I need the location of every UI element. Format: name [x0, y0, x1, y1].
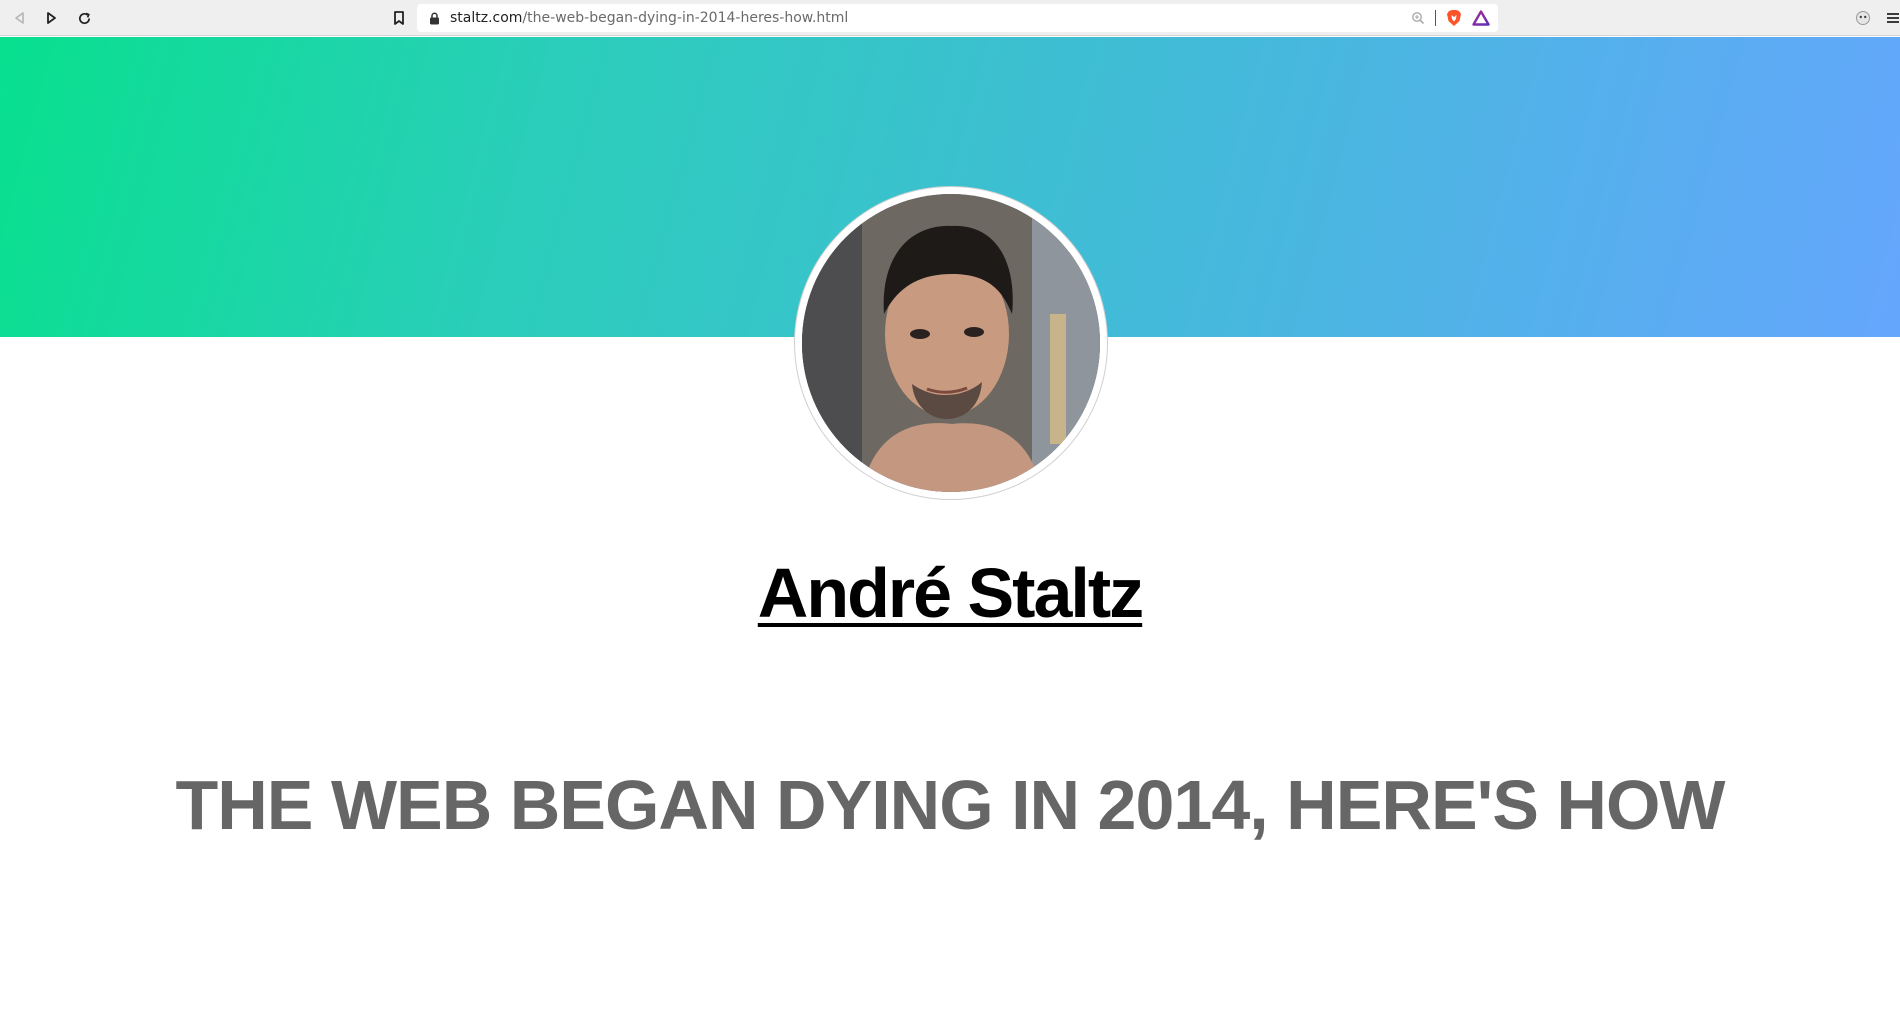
address-divider [1435, 10, 1436, 26]
author-photo [802, 194, 1100, 492]
back-button[interactable] [9, 7, 31, 29]
avatar [795, 187, 1107, 499]
hamburger-menu-icon [1887, 13, 1899, 23]
url-domain: staltz.com [450, 10, 523, 26]
author-name-heading: André Staltz [0, 558, 1900, 628]
zoom-icon[interactable] [1411, 11, 1425, 25]
url-text[interactable]: staltz.com/the-web-began-dying-in-2014-h… [450, 10, 848, 26]
brave-rewards-triangle-icon[interactable] [1472, 10, 1490, 26]
url-path: /the-web-began-dying-in-2014-heres-how.h… [522, 10, 849, 26]
lock-icon [430, 12, 439, 24]
forward-button[interactable] [40, 7, 62, 29]
post-title: THE WEB BEGAN DYING IN 2014, HERE'S HOW [175, 766, 1726, 844]
brave-lion-icon[interactable] [1446, 9, 1462, 27]
author-portrait-image [802, 194, 1100, 492]
back-arrow-icon [15, 12, 24, 24]
browser-toolbar: staltz.com/the-web-began-dying-in-2014-h… [0, 0, 1900, 36]
extension-button[interactable] [1852, 7, 1874, 29]
reload-icon [78, 12, 90, 24]
play-forward-icon [47, 12, 56, 24]
bookmark-icon [394, 11, 404, 25]
reload-button[interactable] [73, 7, 95, 29]
author-name-link[interactable]: André Staltz [758, 554, 1144, 632]
bookmark-button[interactable] [388, 7, 410, 29]
extension-icon [1856, 11, 1870, 25]
menu-button[interactable] [1882, 7, 1900, 29]
address-bar[interactable]: staltz.com/the-web-began-dying-in-2014-h… [417, 4, 1498, 32]
